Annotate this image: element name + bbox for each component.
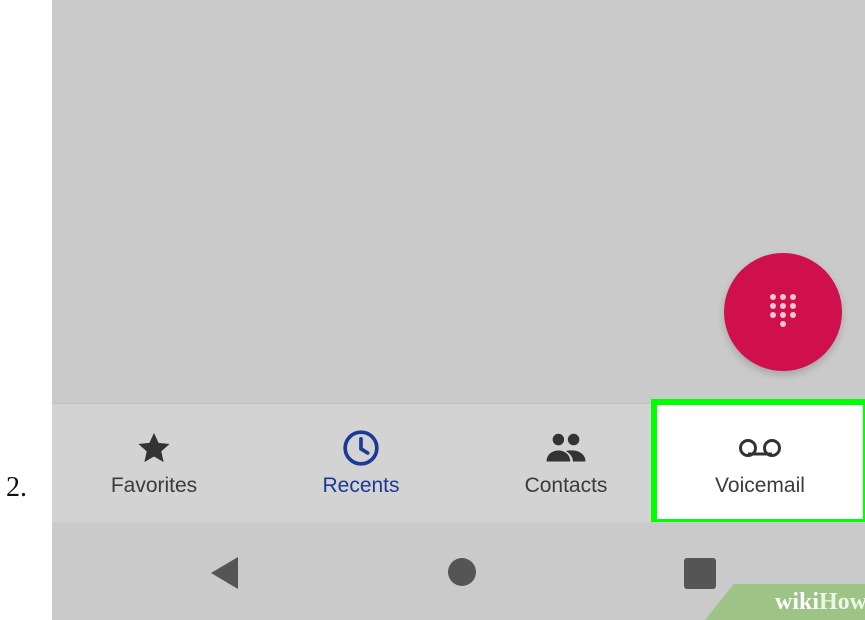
tab-label-voicemail: Voicemail xyxy=(715,474,805,497)
people-icon xyxy=(546,433,586,462)
step-number: 2. xyxy=(6,472,27,503)
tab-label-contacts: Contacts xyxy=(524,474,608,497)
home-icon[interactable] xyxy=(447,557,477,587)
clock-icon xyxy=(343,430,379,466)
phone-screen: Favorites Recents Contacts Voicemail wik… xyxy=(52,0,865,620)
dialpad-button[interactable] xyxy=(724,253,842,371)
watermark-how: How xyxy=(819,589,865,615)
tab-favorites[interactable]: Favorites xyxy=(54,404,254,522)
tab-contacts[interactable]: Contacts xyxy=(466,404,666,522)
bottom-navigation: Favorites Recents Contacts Voicemail xyxy=(52,399,865,525)
tab-label-recents: Recents xyxy=(322,474,400,497)
tab-recents[interactable]: Recents xyxy=(261,404,461,522)
voicemail-icon xyxy=(739,439,781,457)
tab-label-favorites: Favorites xyxy=(110,474,198,497)
tab-voicemail[interactable]: Voicemail xyxy=(657,404,863,522)
wikihow-watermark: wikiHow xyxy=(705,584,865,620)
dialpad-icon xyxy=(770,294,796,327)
star-icon xyxy=(138,432,170,463)
recents-square-icon[interactable] xyxy=(684,558,716,589)
system-navigation-bar: wikiHow xyxy=(52,522,865,620)
back-icon[interactable] xyxy=(208,556,240,590)
watermark-wiki: wiki xyxy=(774,589,819,615)
